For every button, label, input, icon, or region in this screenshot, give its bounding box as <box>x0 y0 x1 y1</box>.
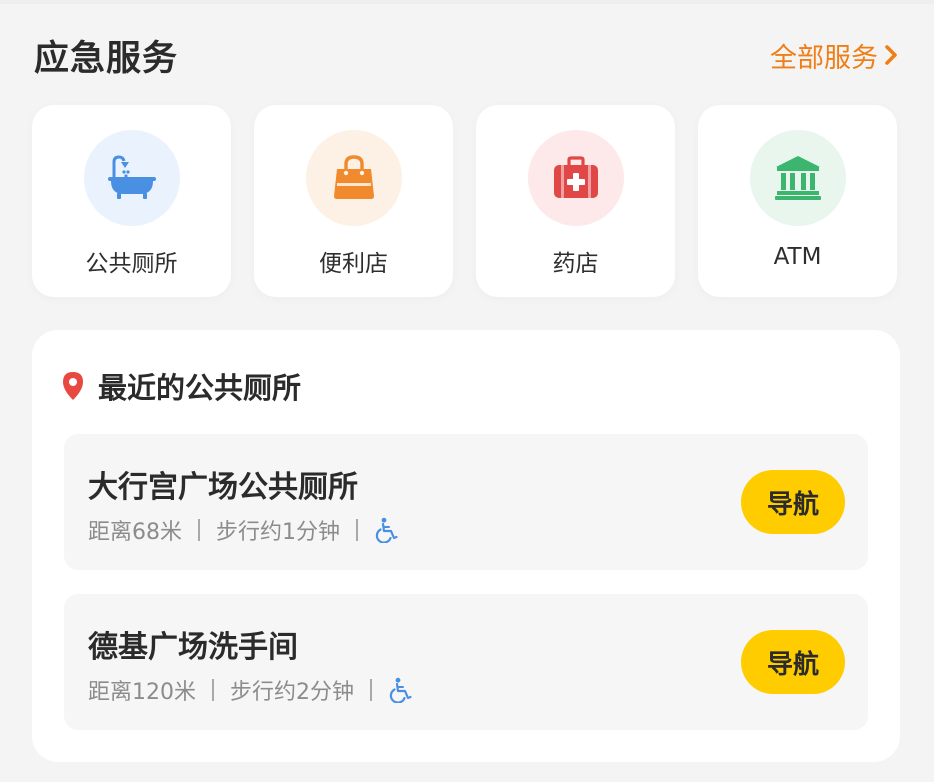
service-label: 公共厕所 <box>85 251 178 277</box>
service-icon-circle <box>527 130 624 226</box>
bank-building-icon <box>774 156 821 200</box>
service-card-atm[interactable]: ATM <box>698 105 897 297</box>
toilet-list-item[interactable]: 德基广场洗手间 距离120米 步行约2分钟 导航 <box>64 594 868 730</box>
all-services-link[interactable]: 全部服务 <box>770 36 900 75</box>
meta-divider <box>198 519 200 541</box>
wheelchair-icon <box>389 677 412 703</box>
meta-divider <box>370 679 372 701</box>
navigate-button[interactable]: 导航 <box>741 470 845 534</box>
service-icon-circle <box>749 130 846 226</box>
location-pin-icon <box>63 372 83 400</box>
page-title: 应急服务 <box>34 38 179 79</box>
top-divider <box>0 0 934 4</box>
panel-title: 最近的公共厕所 <box>98 371 302 405</box>
toilet-name: 德基广场洗手间 <box>88 630 298 665</box>
toilet-meta: 距离120米 步行约2分钟 <box>88 674 414 706</box>
toilet-walk-time: 步行约2分钟 <box>230 680 354 705</box>
service-icon-circle <box>305 130 402 226</box>
bathtub-shower-icon <box>107 155 156 199</box>
toilet-name: 大行宫广场公共厕所 <box>88 470 358 505</box>
navigate-button[interactable]: 导航 <box>741 630 845 694</box>
nearest-toilets-panel: 最近的公共厕所 大行宫广场公共厕所 距离68米 步行约1分钟 导航 德基广场洗手… <box>32 330 900 762</box>
service-card-convenience-store[interactable]: 便利店 <box>254 105 453 297</box>
meta-divider <box>356 519 358 541</box>
service-card-public-toilet[interactable]: 公共厕所 <box>32 105 231 297</box>
first-aid-kit-icon <box>553 156 598 198</box>
all-services-label: 全部服务 <box>770 42 878 74</box>
service-label: 药店 <box>552 251 599 277</box>
chevron-right-icon <box>885 45 897 65</box>
wheelchair-icon <box>375 517 398 543</box>
meta-divider <box>212 679 214 701</box>
toilet-distance: 距离68米 <box>88 520 182 545</box>
emergency-services-grid: 公共厕所 便利店 药店 ATM <box>32 105 900 297</box>
toilet-meta: 距离68米 步行约1分钟 <box>88 514 400 546</box>
section-header: 应急服务 全部服务 <box>34 30 900 80</box>
service-icon-circle <box>83 130 180 226</box>
service-card-pharmacy[interactable]: 药店 <box>476 105 675 297</box>
shopping-bag-icon <box>333 155 374 199</box>
toilet-distance: 距离120米 <box>88 680 196 705</box>
toilet-walk-time: 步行约1分钟 <box>216 520 340 545</box>
panel-title-row: 最近的公共厕所 <box>62 365 301 407</box>
service-label: ATM <box>773 244 822 270</box>
service-label: 便利店 <box>319 251 388 277</box>
toilet-list-item[interactable]: 大行宫广场公共厕所 距离68米 步行约1分钟 导航 <box>64 434 868 570</box>
